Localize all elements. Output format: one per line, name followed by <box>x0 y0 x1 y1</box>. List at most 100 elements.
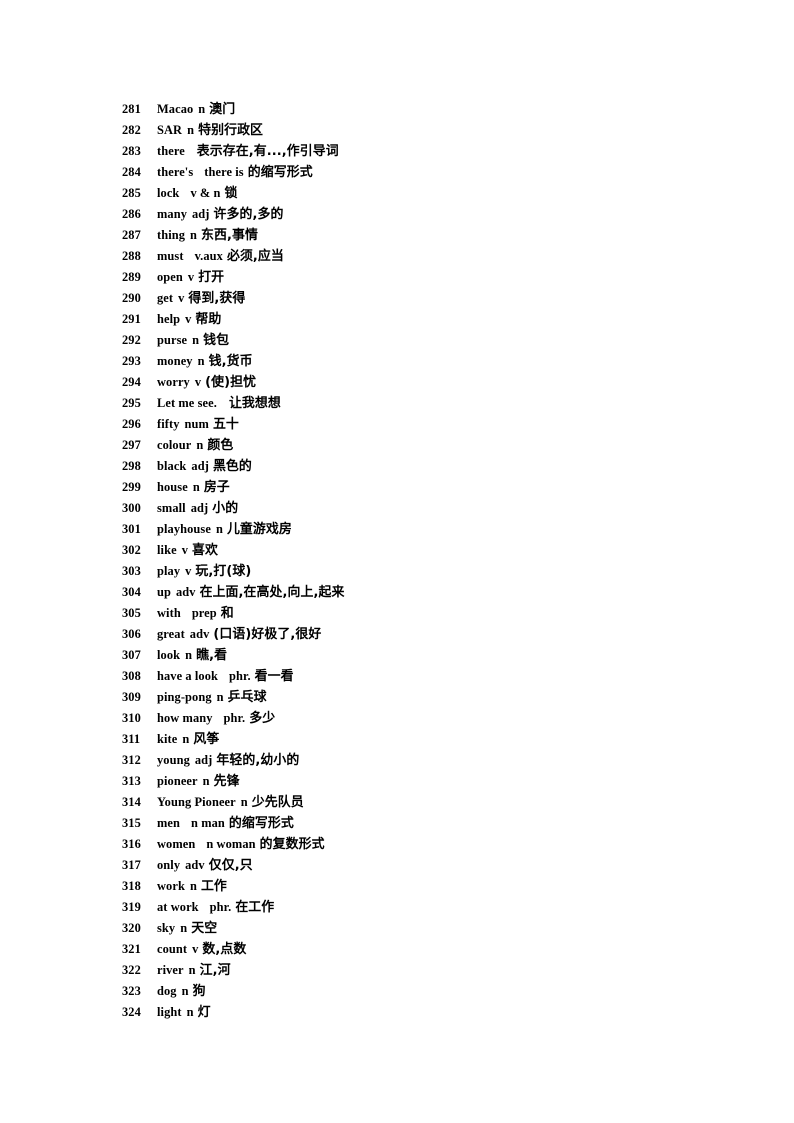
entry-number: 311 <box>122 732 141 746</box>
entry-number: 310 <box>122 711 141 725</box>
entry-definition: 小的 <box>212 501 239 516</box>
entry-number: 319 <box>122 900 141 914</box>
entry-part-of-speech: v <box>185 564 192 578</box>
entry-number: 324 <box>122 1005 141 1019</box>
vocabulary-entry-row: 293 money n 钱,货币 <box>122 351 722 372</box>
entry-number: 298 <box>122 459 141 473</box>
entry-part-of-speech: adj <box>191 459 209 473</box>
entry-definition: 的复数形式 <box>259 837 325 852</box>
vocabulary-entry-row: 299 house n 房子 <box>122 477 722 498</box>
vocabulary-entry-row: 301 playhouse n 儿童游戏房 <box>122 519 722 540</box>
entry-word: playhouse <box>157 522 211 536</box>
entry-part-of-speech: n <box>180 921 188 935</box>
entry-definition: 五十 <box>212 417 239 432</box>
entry-definition: 锁 <box>224 186 238 201</box>
entry-number: 308 <box>122 669 141 683</box>
entry-part-of-speech: adj <box>192 207 210 221</box>
entry-number: 302 <box>122 543 141 557</box>
entry-definition: 天空 <box>191 921 218 936</box>
entry-part-of-speech: adv <box>175 585 196 599</box>
entry-number: 293 <box>122 354 141 368</box>
entry-number: 322 <box>122 963 141 977</box>
entry-definition: 风筝 <box>193 732 220 747</box>
vocabulary-entry-row: 312 young adj 年轻的,幼小的 <box>122 750 722 771</box>
entry-word: small <box>157 501 186 515</box>
entry-definition: 狗 <box>192 984 206 999</box>
vocabulary-entry-row: 297 colour n 颜色 <box>122 435 722 456</box>
entry-part-of-speech: n <box>192 480 200 494</box>
entry-number: 294 <box>122 375 141 389</box>
vocabulary-entry-row: 308 have a look phr. 看一看 <box>122 666 722 687</box>
entry-definition: 特别行政区 <box>198 123 264 138</box>
vocabulary-entry-row: 298 black adj 黑色的 <box>122 456 722 477</box>
vocabulary-entry-row: 304 up adv 在上面,在高处,向上,起来 <box>122 582 722 603</box>
entry-definition: 表示存在,有...,作引导词 <box>196 144 339 159</box>
vocabulary-entry-row: 286 many adj 许多的,多的 <box>122 204 722 225</box>
entry-part-of-speech: n <box>215 522 223 536</box>
entry-definition: 东西,事情 <box>201 228 259 243</box>
entry-definition: 先锋 <box>213 774 240 789</box>
entry-number: 297 <box>122 438 141 452</box>
entry-word: lock <box>157 186 180 200</box>
entry-part-of-speech: adv <box>185 858 205 872</box>
entry-definition: 少先队员 <box>251 795 304 810</box>
entry-definition: 乒乓球 <box>227 690 267 705</box>
entry-definition: 喜欢 <box>191 543 218 558</box>
entry-word: look <box>157 648 181 662</box>
vocabulary-entry-row: 288 must v.aux 必须,应当 <box>122 246 722 267</box>
entry-part-of-speech: n <box>181 984 189 998</box>
entry-part-of-speech: n <box>187 123 195 137</box>
entry-number: 307 <box>122 648 141 662</box>
entry-word: fifty <box>157 417 180 431</box>
entry-part-of-speech: n <box>198 102 206 116</box>
entry-number: 305 <box>122 606 141 620</box>
entry-part-of-speech: n <box>185 648 193 662</box>
vocabulary-entry-row: 316 women n woman 的复数形式 <box>122 834 722 855</box>
entry-definition: 钱包 <box>203 333 230 348</box>
entry-number: 295 <box>122 396 141 410</box>
vocabulary-entry-row: 321 count v 数,点数 <box>122 939 722 960</box>
entry-part-of-speech: v <box>194 375 202 389</box>
entry-word: light <box>157 1005 182 1019</box>
vocabulary-entry-row: 289 open v 打开 <box>122 267 722 288</box>
entry-definition: 打开 <box>198 270 225 285</box>
entry-number: 313 <box>122 774 141 788</box>
entry-word: open <box>157 270 183 284</box>
entry-word: men <box>157 816 181 830</box>
vocabulary-entry-row: 294 worry v (使)担忧 <box>122 372 722 393</box>
vocabulary-entry-row: 302 like v 喜欢 <box>122 540 722 561</box>
vocabulary-entry-row: 303 play v 玩,打(球) <box>122 561 722 582</box>
entry-part-of-speech: v <box>192 942 199 956</box>
entry-definition: 看一看 <box>254 669 294 684</box>
entry-word: Let me see. <box>157 396 217 410</box>
entry-part-of-speech: n <box>182 732 190 746</box>
entry-definition: 在上面,在高处,向上,起来 <box>199 585 345 600</box>
entry-word: have a look <box>157 669 218 683</box>
vocabulary-entry-row: 319 at work phr. 在工作 <box>122 897 722 918</box>
entry-word: only <box>157 858 181 872</box>
entry-part-of-speech: phr. <box>229 669 251 683</box>
entry-definition: 儿童游戏房 <box>226 522 292 537</box>
entry-part-of-speech: n <box>216 690 224 704</box>
entry-word: at work <box>157 900 199 914</box>
entry-definition: 黑色的 <box>212 459 252 474</box>
vocabulary-entry-row: 306 great adv (口语)好极了,很好 <box>122 624 722 645</box>
vocabulary-entry-row: 323 dog n 狗 <box>122 981 722 1002</box>
entry-number: 284 <box>122 165 141 179</box>
entry-definition: (口语)好极了,很好 <box>213 627 322 642</box>
entry-word: there's <box>157 165 194 179</box>
entry-number: 281 <box>122 102 141 116</box>
entry-number: 316 <box>122 837 141 851</box>
vocabulary-entry-row: 291 help v 帮助 <box>122 309 722 330</box>
entry-definition: (使)担忧 <box>205 375 257 390</box>
entry-word: kite <box>157 732 178 746</box>
entry-definition: 必须,应当 <box>226 249 284 264</box>
entry-word: house <box>157 480 188 494</box>
entry-definition: 玩,打(球) <box>195 564 252 579</box>
entry-definition: 工作 <box>200 879 227 894</box>
entry-word: colour <box>157 438 192 452</box>
entry-number: 309 <box>122 690 141 704</box>
vocabulary-entry-row: 313 pioneer n 先锋 <box>122 771 722 792</box>
entry-number: 306 <box>122 627 141 641</box>
entry-definition: 颜色 <box>207 438 234 453</box>
